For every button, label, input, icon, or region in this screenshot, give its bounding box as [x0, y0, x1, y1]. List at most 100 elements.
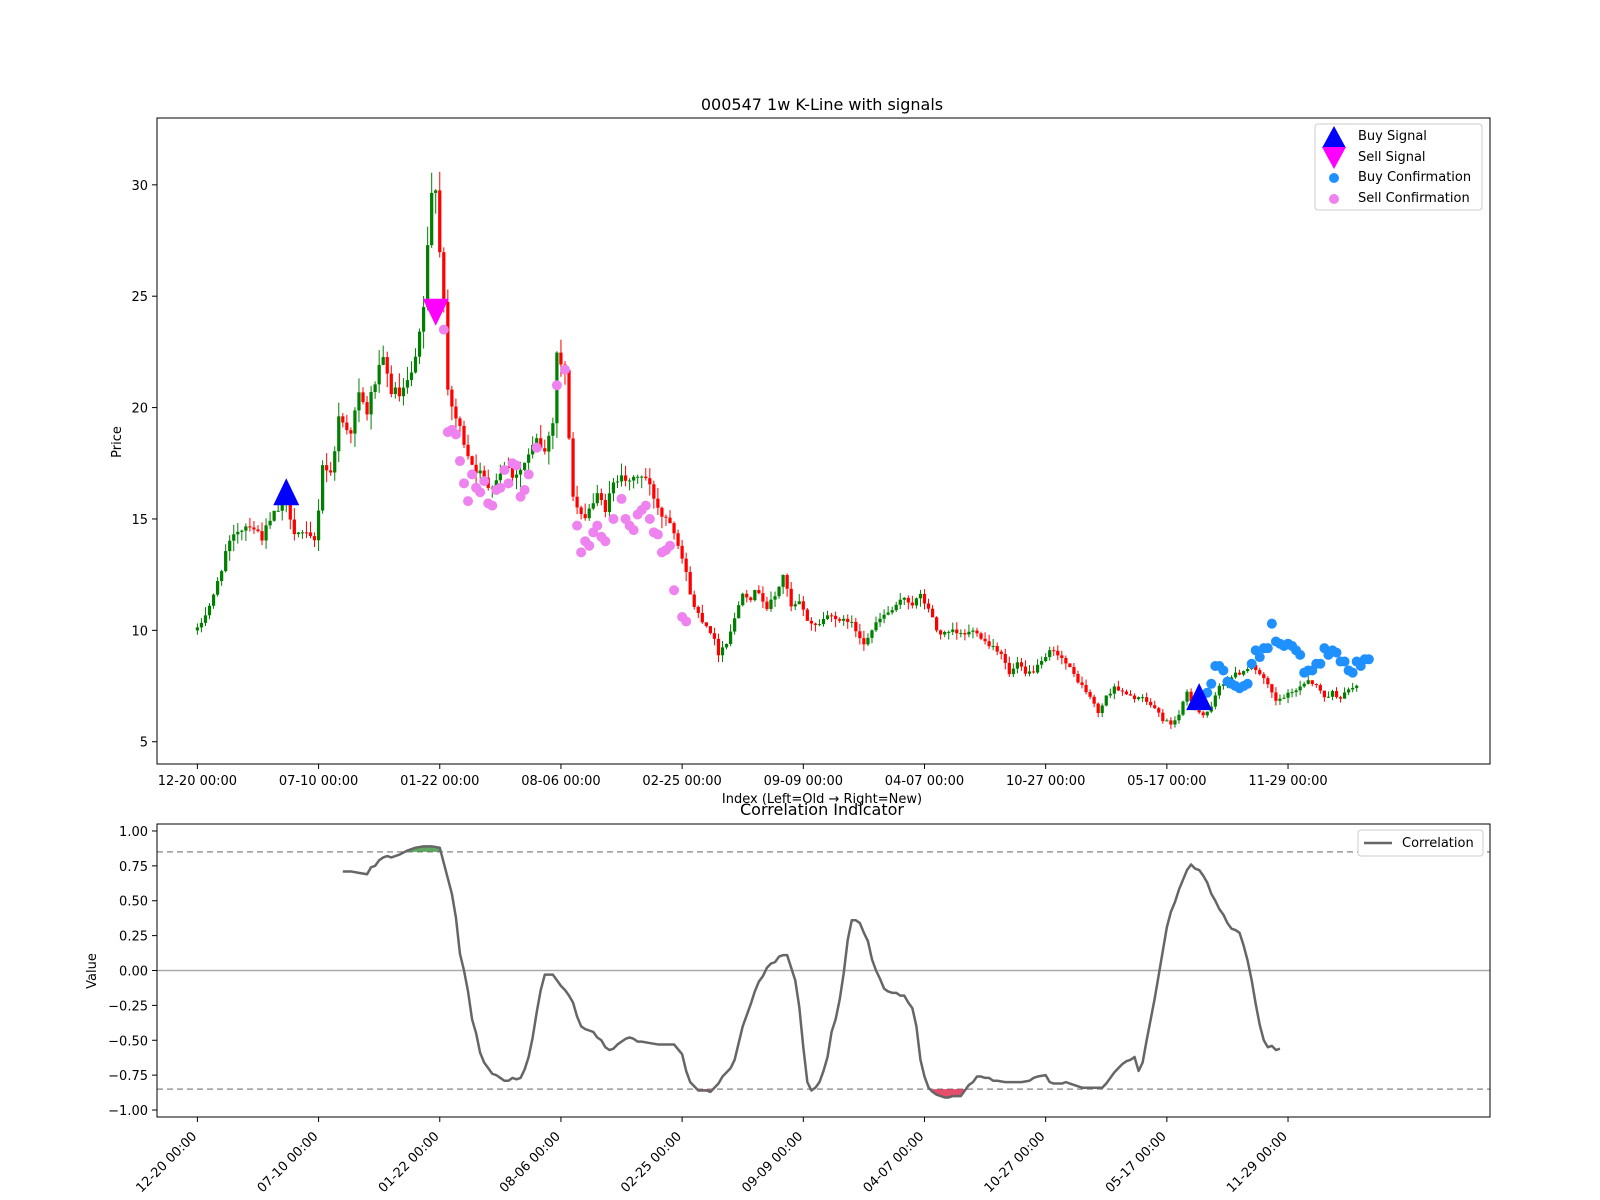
candle-body	[882, 614, 886, 619]
candle-body	[308, 532, 313, 537]
candle-body	[890, 610, 894, 613]
correlation-line	[342, 845, 1281, 1099]
legend-buy-confirmation-label: Buy Confirmation	[1358, 170, 1471, 185]
candle-body	[1177, 714, 1181, 721]
sell-confirmation-point	[640, 500, 651, 511]
candle-body	[470, 456, 474, 465]
candle-body	[551, 423, 555, 436]
candle-body	[373, 384, 377, 393]
candle-body	[781, 575, 785, 587]
candle-body	[716, 638, 721, 656]
candle-body	[627, 480, 632, 482]
candle-body	[1052, 650, 1056, 652]
candle-body	[773, 596, 777, 600]
candle-body	[1322, 690, 1327, 698]
sell-confirmation-point	[450, 429, 461, 440]
candle-body	[1108, 693, 1112, 696]
candle-body	[652, 484, 656, 499]
candle-body	[377, 364, 381, 385]
candle-body	[1011, 668, 1015, 675]
candle-body	[1342, 692, 1347, 699]
candle-body	[421, 307, 426, 332]
correlation-y-tick-label: 1.00	[119, 825, 148, 840]
candle-body	[1258, 670, 1262, 675]
candle-body	[930, 608, 935, 618]
candle-body	[1015, 662, 1020, 669]
candle-body	[939, 630, 943, 635]
correlation-y-axis-label: Value	[85, 953, 100, 989]
candle-body	[1197, 710, 1201, 713]
kline-x-tick-label: 08-06 00:00	[521, 774, 600, 789]
candle-body	[1334, 691, 1339, 698]
candle-body	[446, 301, 450, 390]
kline-y-tick-label: 10	[131, 624, 148, 639]
candle-body	[971, 630, 975, 632]
candle-body	[619, 475, 624, 482]
candle-body	[1096, 703, 1100, 713]
candle-body	[1068, 663, 1072, 668]
candle-body	[365, 402, 369, 415]
sell-confirmation-point	[584, 540, 595, 551]
candle-body	[947, 631, 951, 633]
candle-body	[401, 387, 406, 397]
kline-y-tick-label: 30	[131, 179, 148, 194]
candle-body	[834, 615, 838, 620]
candle-body	[228, 540, 232, 552]
correlation-y-tick-label: 0.25	[119, 930, 148, 945]
candle-body	[1140, 697, 1145, 699]
candle-body	[1060, 655, 1064, 659]
candle-body	[1076, 673, 1080, 683]
candle-body	[1201, 712, 1205, 716]
candle-body	[821, 619, 826, 625]
kline-x-tick-label: 07-10 00:00	[279, 774, 358, 789]
candle-body	[1290, 692, 1294, 694]
candle-body	[934, 617, 939, 631]
candle-body	[1100, 705, 1104, 713]
kline-x-tick-label: 01-22 00:00	[400, 774, 479, 789]
candle-body	[543, 448, 547, 452]
candle-body	[430, 192, 434, 246]
candle-body	[244, 526, 248, 531]
candle-body	[1282, 697, 1286, 699]
sell-confirmation-point	[511, 460, 522, 471]
kline-legend: Buy Signal Sell Signal Buy Confirmation …	[1314, 123, 1483, 211]
candle-body	[341, 416, 345, 423]
correlation-title: Correlation Indicator	[740, 800, 904, 819]
candle-body	[409, 372, 414, 381]
candle-body	[320, 465, 325, 511]
candle-body	[995, 646, 999, 652]
correlation-y-tick-label: 0.50	[119, 895, 148, 910]
candle-body	[345, 422, 349, 431]
candle-body	[1136, 697, 1141, 700]
kline-x-tick-label: 10-27 00:00	[1006, 774, 1085, 789]
candle-body	[809, 620, 813, 624]
candle-body	[870, 630, 874, 638]
candle-body	[527, 454, 531, 463]
kline-y-axis-label: Price	[110, 426, 125, 458]
candle-body	[894, 604, 898, 611]
buy-confirmation-point	[1218, 665, 1229, 676]
candle-body	[224, 551, 228, 572]
correlation-x-tick-label: 04-07 00:00	[861, 1129, 928, 1196]
candle-body	[211, 594, 216, 606]
candle-body	[615, 481, 620, 483]
candle-body	[450, 389, 454, 407]
candle-body	[704, 622, 708, 627]
candle-body	[943, 631, 947, 635]
candle-body	[1080, 682, 1084, 685]
candle-body	[316, 510, 321, 541]
candle-body	[426, 245, 430, 308]
sell-confirmation-point	[454, 456, 465, 467]
candle-body	[1213, 695, 1217, 707]
candle-body	[199, 622, 204, 628]
candle-body	[797, 601, 801, 605]
candle-body	[902, 597, 906, 600]
candle-body	[623, 475, 628, 481]
correlation-y-tick-label: −1.00	[108, 1104, 148, 1119]
candle-body	[1270, 684, 1274, 693]
legend-sell-confirmation-label: Sell Confirmation	[1358, 191, 1470, 206]
kline-x-tick-label: 09-09 00:00	[764, 774, 843, 789]
kline-x-axis: 12-20 00:00 07-10 00:00 01-22 00:00 08-06 0…	[158, 764, 1328, 789]
buy-confirmation-point	[1266, 618, 1277, 629]
sell-confirmation-point	[669, 585, 680, 596]
